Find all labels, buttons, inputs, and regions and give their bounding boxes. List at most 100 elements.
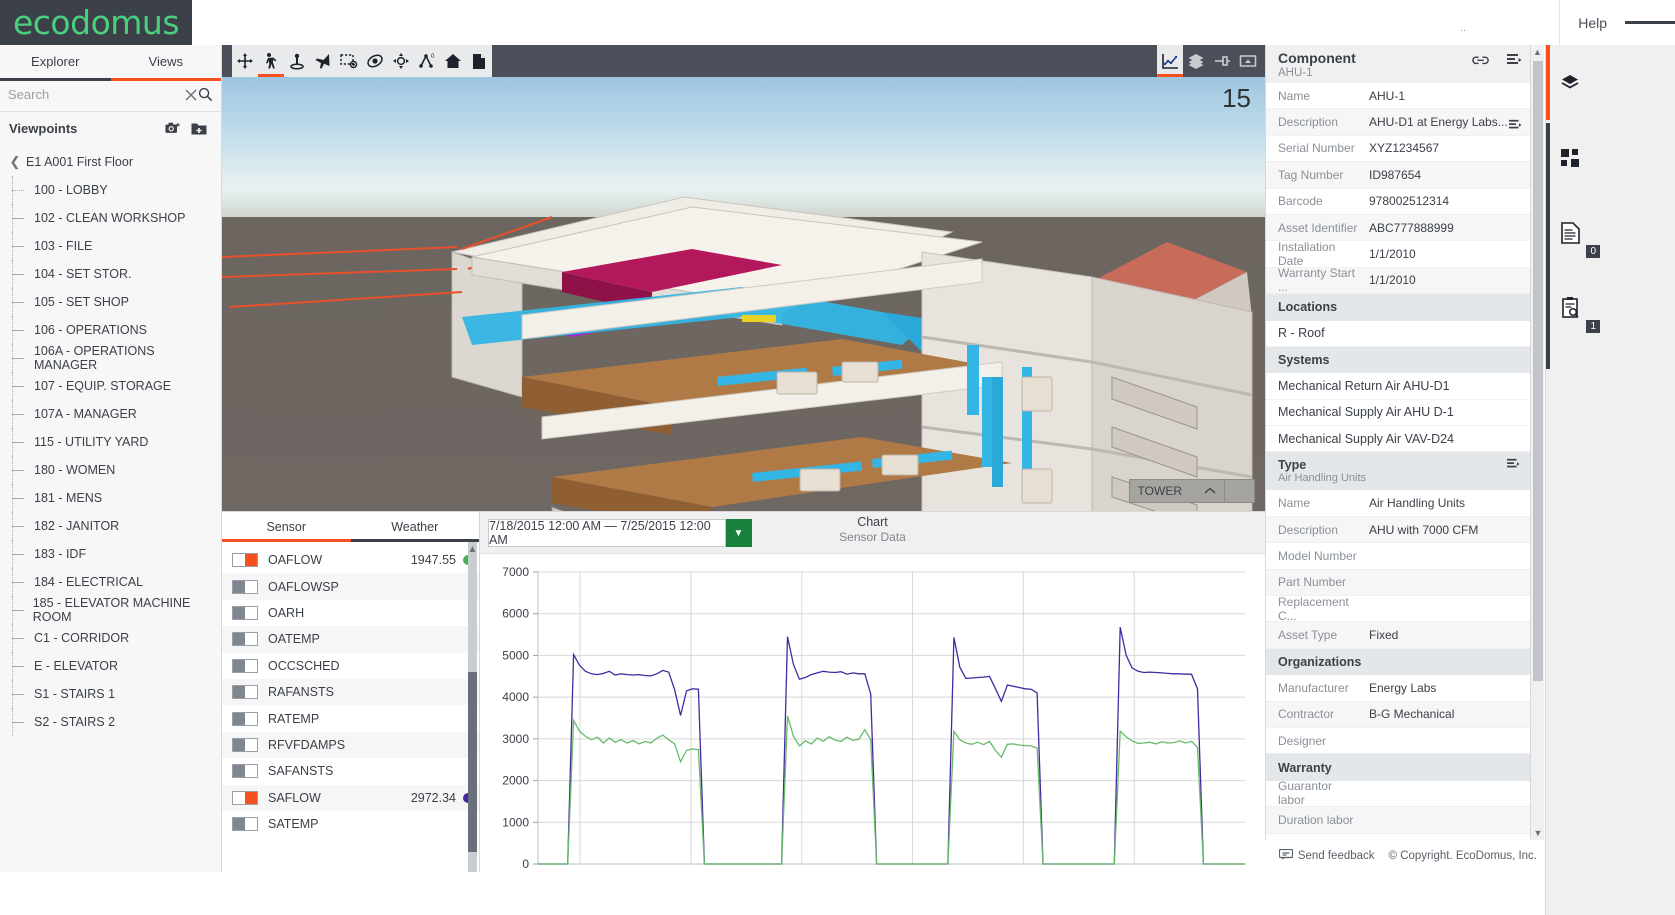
sensor-toggle[interactable] [232, 553, 258, 567]
tree-item[interactable]: 104 - SET STOR. [0, 260, 221, 288]
property-row[interactable]: Designer [1266, 728, 1530, 754]
sensor-toggle[interactable] [232, 685, 258, 699]
zoom-window-icon[interactable] [336, 45, 362, 77]
property-row[interactable]: NameAir Handling Units [1266, 490, 1530, 516]
sensor-row[interactable]: SATEMP [222, 811, 479, 837]
tab-sensor[interactable]: Sensor [222, 512, 351, 542]
tab-explorer[interactable]: Explorer [0, 45, 111, 78]
walk-icon[interactable] [258, 45, 284, 77]
pan-icon[interactable] [232, 45, 258, 77]
hamburger-menu-icon[interactable] [1625, 0, 1675, 45]
property-row[interactable]: DescriptionAHU-D1 at Energy Labs... [1266, 109, 1530, 135]
tree-item[interactable]: 182 - JANITOR [0, 512, 221, 540]
zoom-icon[interactable] [284, 45, 310, 77]
sensor-row[interactable]: OAFLOW1947.55 [222, 547, 479, 573]
home-icon[interactable] [440, 45, 466, 77]
sensor-toggle[interactable] [232, 659, 258, 673]
rail-button-dashboard[interactable] [1546, 120, 1594, 195]
app-logo[interactable]: ecodomus [0, 0, 192, 45]
camera-add-icon[interactable] [160, 116, 186, 140]
building-model[interactable] [222, 77, 1265, 511]
property-row[interactable]: NameAHU-1 [1266, 83, 1530, 109]
folder-add-icon[interactable] [186, 116, 212, 140]
tower-selector[interactable]: TOWER [1129, 479, 1255, 503]
property-row[interactable]: ContractorB-G Mechanical [1266, 702, 1530, 728]
tree-item[interactable]: 105 - SET SHOP [0, 288, 221, 316]
property-row[interactable]: Serial NumberXYZ1234567 [1266, 136, 1530, 162]
property-row[interactable]: Asset IdentifierABC777888999 [1266, 215, 1530, 241]
layers-icon[interactable] [1183, 45, 1209, 77]
list-detail-icon[interactable] [1507, 458, 1520, 473]
property-list-item[interactable]: R - Roof [1266, 321, 1530, 347]
property-row[interactable]: Tag NumberID987654 [1266, 162, 1530, 188]
rail-button-model[interactable] [1546, 45, 1594, 120]
properties-scrollbar-thumb[interactable] [1533, 61, 1543, 681]
properties-scroll-down-icon[interactable]: ▼ [1531, 826, 1545, 840]
look-around-icon[interactable] [388, 45, 414, 77]
tree-item[interactable]: S1 - STAIRS 1 [0, 680, 221, 708]
tab-views[interactable]: Views [111, 45, 222, 78]
sensor-row[interactable]: SAFANSTS [222, 758, 479, 784]
properties-scrollbar[interactable]: ▲ ▼ [1530, 45, 1544, 840]
rail-button-documents[interactable]: 0 [1546, 195, 1594, 270]
sensor-row[interactable]: RATEMP [222, 705, 479, 731]
tree-item[interactable]: 181 - MENS [0, 484, 221, 512]
property-row[interactable]: Replacement C... [1266, 596, 1530, 622]
sensor-toggle[interactable] [232, 738, 258, 752]
search-icon[interactable] [198, 84, 213, 106]
sensor-row[interactable]: OARH [222, 600, 479, 626]
list-detail-icon[interactable] [1507, 53, 1522, 72]
section-icon[interactable] [466, 45, 492, 77]
tower-selector-expand[interactable] [1225, 479, 1255, 503]
fly-icon[interactable] [310, 45, 336, 77]
sensor-row[interactable]: RAFANSTS [222, 679, 479, 705]
tree-item[interactable]: 180 - WOMEN [0, 456, 221, 484]
rail-button-issues[interactable]: 1 [1546, 270, 1594, 345]
list-detail-icon[interactable] [1509, 119, 1522, 134]
property-row[interactable]: ManufacturerEnergy Labs [1266, 675, 1530, 701]
tree-item[interactable]: 106A - OPERATIONS MANAGER [0, 344, 221, 372]
property-row[interactable]: Warranty Start ...1/1/2010 [1266, 268, 1530, 294]
property-list-item[interactable]: Mechanical Return Air AHU-D1 [1266, 373, 1530, 399]
sensor-toggle[interactable] [232, 712, 258, 726]
viewer-scene[interactable]: 15 TOWER [222, 77, 1265, 511]
property-row[interactable]: DescriptionAHU with 7000 CFM [1266, 517, 1530, 543]
sensor-row[interactable]: OCCSCHED [222, 653, 479, 679]
property-row[interactable]: Asset TypeFixed [1266, 622, 1530, 648]
sensor-row[interactable]: OAFLOWSP [222, 573, 479, 599]
measure-icon[interactable]: 0 [414, 45, 440, 77]
tree-item[interactable]: 106 - OPERATIONS [0, 316, 221, 344]
close-icon[interactable] [184, 84, 198, 106]
sensor-row[interactable]: SAFLOW2972.34 [222, 785, 479, 811]
fullscreen-icon[interactable] [1235, 45, 1261, 77]
property-list-item[interactable]: Mechanical Supply Air AHU D-1 [1266, 400, 1530, 426]
property-row[interactable]: Duration labor [1266, 807, 1530, 833]
property-row[interactable]: Part Number [1266, 570, 1530, 596]
property-row[interactable]: Installation Date1/1/2010 [1266, 241, 1530, 267]
sensor-toggle[interactable] [232, 580, 258, 594]
search-input[interactable] [8, 87, 184, 102]
tower-selector-main[interactable]: TOWER [1129, 479, 1225, 503]
section-box-icon[interactable] [1209, 45, 1235, 77]
tree-item[interactable]: 115 - UTILITY YARD [0, 428, 221, 456]
sensor-toggle[interactable] [232, 632, 258, 646]
tree-item[interactable]: 100 - LOBBY [0, 176, 221, 204]
tree-item[interactable]: 183 - IDF [0, 540, 221, 568]
tree-item[interactable]: 103 - FILE [0, 232, 221, 260]
model-viewer[interactable]: 0 [222, 45, 1265, 511]
properties-scroll-up-icon[interactable]: ▲ [1531, 45, 1544, 59]
property-row[interactable]: Model Number [1266, 543, 1530, 569]
sensor-row[interactable]: RFVFDAMPS [222, 732, 479, 758]
sensor-toggle[interactable] [232, 817, 258, 831]
tree-item[interactable]: 107 - EQUIP. STORAGE [0, 372, 221, 400]
sensor-toggle[interactable] [232, 791, 258, 805]
tree-item[interactable]: E - ELEVATOR [0, 652, 221, 680]
tree-root-item[interactable]: ❮ E1 A001 First Floor [0, 148, 221, 176]
sensor-toggle[interactable] [232, 764, 258, 778]
sensor-scrollbar-thumb[interactable] [468, 672, 477, 852]
help-button[interactable]: Help [1559, 0, 1625, 45]
chart-plot-area[interactable]: 010002000300040005000600070007/20/2015 1… [480, 554, 1265, 915]
tree-item[interactable]: 102 - CLEAN WORKSHOP [0, 204, 221, 232]
tree-item[interactable]: 107A - MANAGER [0, 400, 221, 428]
sensor-row[interactable]: OATEMP [222, 626, 479, 652]
